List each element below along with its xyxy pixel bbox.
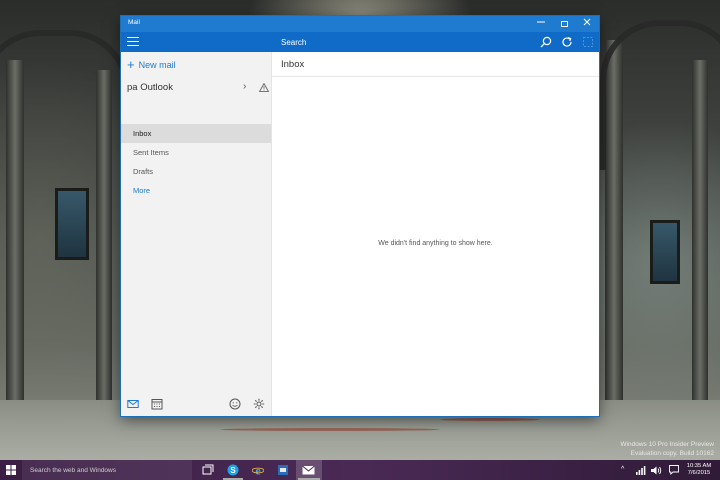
svg-text:e: e [255,464,261,476]
wallpaper-arch [0,30,130,170]
chevron-right-icon[interactable]: › [243,81,246,92]
navigation-pane: + New mail pa Outlook › Inbox Sent Items… [121,52,271,416]
title-divider [272,76,599,77]
search-icon[interactable] [540,36,552,48]
wallpaper-poster [650,220,680,284]
pane-divider [271,52,272,416]
build-watermark: Windows 10 Pro Insider Preview Evaluatio… [620,440,714,458]
tray-chevron-icon[interactable]: ^ [621,460,624,480]
new-mail-label: New mail [138,60,176,70]
plus-icon: + [127,57,135,72]
maximize-icon [560,21,568,27]
feedback-icon[interactable] [229,398,241,410]
minimize-button[interactable] [531,16,551,32]
network-icon[interactable] [636,466,646,475]
calendar-icon[interactable] [151,398,163,410]
window-title: Mail [128,19,140,26]
sync-icon[interactable] [561,36,573,48]
start-button[interactable] [0,460,22,480]
watermark-line: Windows 10 Pro Insider Preview [620,441,714,448]
mail-app-icon [302,465,315,475]
new-mail-button[interactable]: + New mail [127,58,176,72]
maximize-button[interactable] [554,16,574,32]
task-view-button[interactable] [196,460,220,480]
explorer-icon [278,465,288,475]
windows-logo-icon [6,465,16,475]
more-folders-link[interactable]: More [121,181,271,200]
account-name: pa Outlook [127,82,173,93]
hamburger-icon[interactable] [127,37,139,47]
app-switcher-bar [121,392,271,416]
mail-taskbar-button[interactable] [296,460,322,480]
volume-icon[interactable] [651,466,662,475]
task-view-icon [202,464,214,475]
svg-text:S: S [230,466,236,475]
folder-drafts[interactable]: Drafts [121,162,271,181]
clock-date: 7/6/2015 [687,470,711,476]
close-icon [583,18,591,26]
folder-sent-items[interactable]: Sent Items [121,143,271,162]
wallpaper-poster [55,188,89,260]
empty-state-message: We didn't find anything to show here. [378,240,493,247]
action-center-icon[interactable] [669,465,679,475]
watermark-line: Evaluation copy. Build 10162 [630,450,714,457]
settings-icon[interactable] [253,398,265,410]
clock-time: 10:35 AM [686,463,712,469]
minimize-icon [537,21,545,23]
skype-icon: S [227,464,239,476]
mail-icon[interactable] [127,398,139,410]
file-explorer-taskbar-button[interactable] [271,460,295,480]
taskbar-search-input[interactable] [22,460,192,480]
mail-window: Mail + New mail pa Outlook › [121,16,599,416]
skype-taskbar-button[interactable]: S [221,460,245,480]
warning-icon[interactable] [259,83,269,92]
close-button[interactable] [577,16,597,32]
header-bar [121,32,599,52]
ie-icon: e [252,464,264,476]
internet-explorer-taskbar-button[interactable]: e [246,460,270,480]
taskbar: S e ^ 10:35 AM 7/6/2015 [0,460,720,480]
select-icon[interactable] [582,36,594,48]
account-item[interactable]: pa Outlook › [127,81,271,96]
search-input[interactable] [272,32,532,52]
folder-inbox[interactable]: Inbox [121,124,271,143]
system-clock[interactable]: 10:35 AM 7/6/2015 [684,463,714,477]
title-bar[interactable]: Mail [121,16,599,32]
wallpaper-arch [600,20,720,170]
folder-title: Inbox [281,59,305,70]
